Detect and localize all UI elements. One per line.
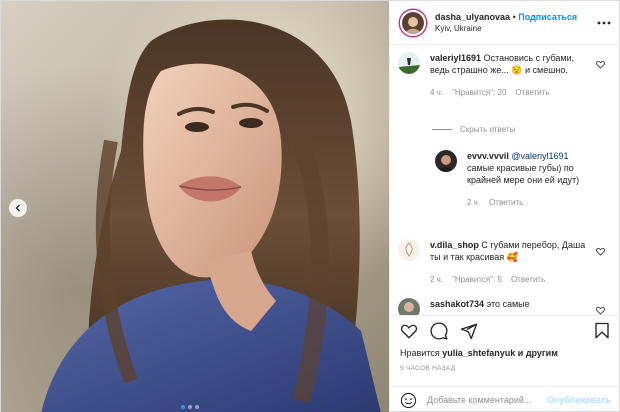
hide-replies-toggle[interactable]: Скрыть ответы: [432, 125, 515, 134]
comment-bubble-icon[interactable]: [430, 321, 448, 340]
comment-time[interactable]: 2 ч.: [430, 274, 443, 286]
comment-body: v.dila_shop С губами перебор, Даша ты и …: [430, 239, 588, 286]
reply-button[interactable]: Ответить: [489, 197, 523, 209]
comment-mention[interactable]: @valeriyl1691: [511, 151, 568, 161]
post-timestamp[interactable]: 5 ЧАСОВ НАЗАД: [400, 365, 455, 372]
post-header: dasha_ulyanovaa • Подписаться Kyiv, Ukra…: [390, 1, 620, 45]
commenter-avatar[interactable]: [398, 239, 420, 261]
reply-button[interactable]: Ответить: [515, 87, 549, 99]
comment-username[interactable]: valeriyl1691: [430, 53, 481, 63]
liked-by-line: Нравится yulia_shtefanyuk и другим: [400, 348, 558, 358]
commenter-avatar[interactable]: [398, 298, 420, 315]
share-send-icon[interactable]: [460, 322, 478, 340]
comment-item: sashakot734 это самые: [398, 298, 611, 315]
comment-time[interactable]: 2 ч.: [467, 197, 480, 209]
comment-username[interactable]: v.dila_shop: [430, 240, 479, 250]
carousel-prev-button[interactable]: [9, 199, 27, 217]
comment-username[interactable]: evvv.vvvil: [467, 151, 509, 161]
carousel-dot: [181, 405, 185, 409]
carousel-indicator: [181, 405, 199, 409]
post-actions-bar: [390, 315, 620, 345]
comment-likes-count[interactable]: "Нравится": 5: [452, 274, 502, 286]
comment-meta: 4 ч. "Нравится": 20 Ответить: [430, 87, 588, 99]
author-avatar[interactable]: [400, 9, 426, 36]
post-sidebar: dasha_ulyanovaa • Подписаться Kyiv, Ukra…: [389, 1, 620, 412]
publish-comment-button[interactable]: Опубликовать: [547, 395, 611, 405]
liked-by-suffix[interactable]: и другим: [518, 348, 558, 358]
like-comment-icon[interactable]: [596, 60, 605, 69]
reply-button[interactable]: Ответить: [511, 274, 545, 286]
comment-body: valeriyl1691 Остановись с губами, ведь с…: [430, 52, 588, 99]
comment-meta: 2 ч. "Нравится": 5 Ответить: [430, 274, 588, 286]
post-location[interactable]: Kyiv, Ukraine: [435, 23, 597, 35]
comment-body: sashakot734 это самые: [430, 298, 588, 315]
like-heart-icon[interactable]: [400, 322, 418, 340]
divider-line: [432, 129, 452, 130]
save-bookmark-icon[interactable]: [593, 322, 611, 340]
author-username[interactable]: dasha_ulyanovaa: [435, 12, 510, 22]
comments-list[interactable]: valeriyl1691 Остановись с губами, ведь с…: [390, 46, 620, 315]
comment-text: это самые: [486, 299, 530, 309]
comment-text: самые красивые губы) по крайней мере они…: [467, 163, 580, 185]
commenter-avatar[interactable]: [398, 52, 420, 74]
header-info: dasha_ulyanovaa • Подписаться Kyiv, Ukra…: [435, 11, 597, 35]
chevron-left-icon: [15, 204, 20, 212]
instagram-post: dasha_ulyanovaa • Подписаться Kyiv, Ukra…: [0, 0, 620, 412]
comment-item: valeriyl1691 Остановись с губами, ведь с…: [398, 52, 611, 99]
comment-likes-count[interactable]: "Нравится": 20: [452, 87, 506, 99]
like-comment-icon[interactable]: [596, 306, 605, 315]
comment-item: v.dila_shop С губами перебор, Даша ты и …: [398, 239, 611, 286]
commenter-avatar[interactable]: [435, 150, 457, 172]
comment-body: evvv.vvvil @valeriyl1691 самые красивые …: [467, 150, 589, 209]
portrait-illustration: [41, 19, 381, 412]
like-comment-icon[interactable]: [596, 247, 605, 256]
liked-by-user[interactable]: yulia_shtefanyuk: [442, 348, 515, 358]
add-comment-bar: Опубликовать: [390, 386, 620, 412]
carousel-dot: [195, 405, 199, 409]
add-comment-input[interactable]: [427, 395, 547, 405]
header-separator: •: [512, 11, 516, 22]
comment-meta: 2 ч. Ответить: [467, 197, 589, 209]
reply-item: evvv.vvvil @valeriyl1691 самые красивые …: [435, 150, 611, 209]
post-photo[interactable]: [1, 1, 389, 412]
carousel-dot: [188, 405, 192, 409]
comment-time[interactable]: 4 ч.: [430, 87, 443, 99]
comment-username[interactable]: sashakot734: [430, 299, 484, 309]
liked-by-prefix: Нравится: [400, 348, 440, 358]
hide-replies-label: Скрыть ответы: [460, 125, 516, 134]
more-options-icon[interactable]: [597, 16, 611, 30]
follow-button[interactable]: Подписаться: [518, 12, 577, 22]
emoji-smiley-icon[interactable]: [400, 392, 417, 409]
